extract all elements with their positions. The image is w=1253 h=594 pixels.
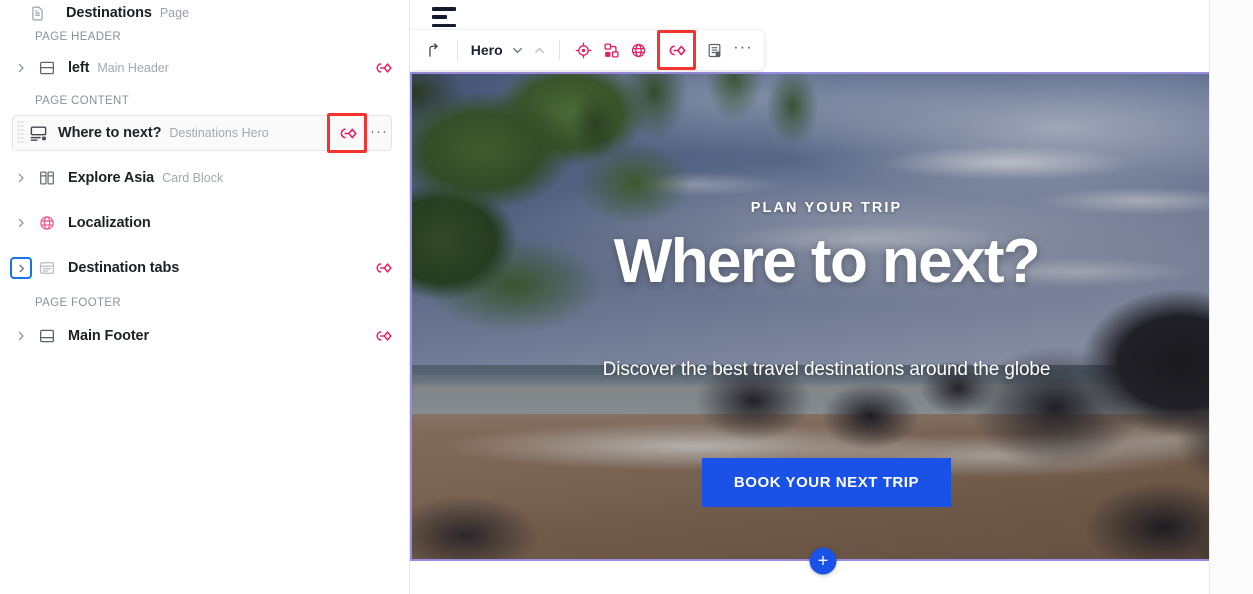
sidebar-item-title: Main Footer xyxy=(68,328,150,344)
clipboard-form-icon[interactable] xyxy=(700,36,728,64)
row-more-options-button[interactable]: ··· xyxy=(369,124,389,143)
sidebar-item-subtitle: Destinations Hero xyxy=(169,126,269,140)
drag-handle[interactable] xyxy=(13,116,27,150)
tabs-icon xyxy=(36,257,58,279)
globe-icon xyxy=(36,212,58,234)
hamburger-line xyxy=(432,7,456,11)
chevron-right-icon[interactable] xyxy=(10,212,32,234)
section-label-page-content: PAGE CONTENT xyxy=(35,95,130,107)
target-settings-icon[interactable] xyxy=(569,36,597,64)
chevron-right-icon[interactable] xyxy=(10,167,32,189)
hero-block[interactable]: PLAN YOUR TRIP Where to next? Discover t… xyxy=(412,74,1241,559)
sidebar-item-explore-asia[interactable]: Explore Asia Card Block xyxy=(0,160,409,196)
toolbar-divider xyxy=(559,40,561,60)
block-toolbar: Hero ··· xyxy=(410,30,764,70)
hero-block-icon xyxy=(27,122,49,144)
sidebar-item-subtitle: Main Header xyxy=(97,61,169,75)
sidebar-item-main-header[interactable]: left Main Header xyxy=(0,50,409,86)
move-up-arrow-icon[interactable] xyxy=(420,36,448,64)
hero-heading: Where to next? xyxy=(613,227,1041,296)
toolbar-divider xyxy=(456,40,458,60)
toolbar-more-options-button[interactable]: ··· xyxy=(728,39,758,62)
layout-footer-icon xyxy=(36,325,58,347)
hamburger-menu-icon[interactable] xyxy=(432,7,456,27)
personalization-link-icon[interactable] xyxy=(663,36,691,64)
personalization-link-icon[interactable] xyxy=(371,56,395,80)
personalization-link-highlight[interactable] xyxy=(327,113,367,153)
hamburger-line xyxy=(432,23,456,27)
duplicate-blocks-icon[interactable] xyxy=(597,36,625,64)
hero-eyebrow: PLAN YOUR TRIP xyxy=(750,200,903,216)
personalization-link-icon[interactable] xyxy=(371,324,395,348)
hero-content: PLAN YOUR TRIP Where to next? Discover t… xyxy=(412,74,1241,559)
sidebar-item-title: left xyxy=(68,60,90,76)
sidebar-item-main-footer[interactable]: Main Footer xyxy=(0,318,409,354)
editor-main-panel: Hero ··· PLAN YOUR TRIP Where to next? D… xyxy=(410,0,1253,594)
sidebar-item-localization[interactable]: Localization xyxy=(0,205,409,241)
editor-app: Destinations Page PAGE HEADER left Main … xyxy=(0,0,1253,594)
hamburger-line xyxy=(432,15,447,19)
sidebar-item-destinations-hero[interactable]: Where to next? Destinations Hero ··· xyxy=(12,113,392,153)
section-label-page-footer: PAGE FOOTER xyxy=(35,297,122,309)
globe-icon[interactable] xyxy=(625,36,653,64)
page-title: Destinations xyxy=(66,5,152,21)
chevron-down-icon[interactable] xyxy=(507,38,529,62)
hero-block-selection[interactable]: PLAN YOUR TRIP Where to next? Discover t… xyxy=(410,72,1243,561)
personalization-link-icon[interactable] xyxy=(335,121,359,145)
book-your-next-trip-button[interactable]: BOOK YOUR NEXT TRIP xyxy=(701,458,952,507)
page-type-label: Page xyxy=(159,6,190,20)
chevron-up-icon[interactable] xyxy=(529,38,551,62)
chevron-right-icon[interactable] xyxy=(10,257,32,279)
sidebar-item-title: Where to next? xyxy=(58,125,162,141)
page-canvas: PLAN YOUR TRIP Where to next? Discover t… xyxy=(410,72,1253,594)
add-block-button[interactable]: + xyxy=(809,547,837,575)
block-type-label: Hero xyxy=(470,42,503,58)
section-label-page-header: PAGE HEADER xyxy=(35,31,122,43)
sidebar-item-subtitle: Card Block xyxy=(162,171,224,185)
personalization-link-highlight[interactable] xyxy=(656,30,697,70)
page-structure-sidebar: Destinations Page PAGE HEADER left Main … xyxy=(0,0,410,594)
chevron-right-icon[interactable] xyxy=(10,325,32,347)
layout-header-icon xyxy=(36,57,58,79)
page-root-row[interactable]: Destinations Page xyxy=(0,0,409,26)
document-icon xyxy=(26,2,48,24)
hero-subheading: Discover the best travel destinations ar… xyxy=(602,359,1051,380)
sidebar-item-title: Destination tabs xyxy=(68,260,180,276)
personalization-link-icon[interactable] xyxy=(371,256,395,280)
sidebar-item-title: Explore Asia xyxy=(68,170,155,186)
card-block-icon xyxy=(36,167,58,189)
sidebar-item-destination-tabs[interactable]: Destination tabs xyxy=(0,250,409,286)
sidebar-item-title: Localization xyxy=(68,215,151,231)
chevron-right-icon[interactable] xyxy=(10,57,32,79)
